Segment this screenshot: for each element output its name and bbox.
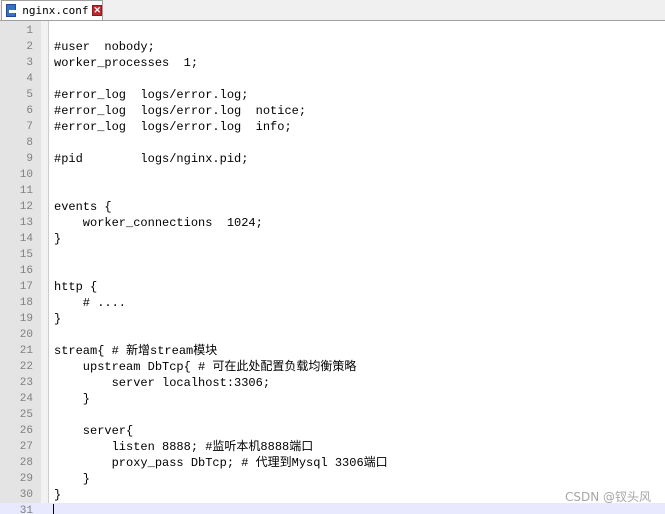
- line-number: 31: [19, 505, 33, 514]
- line-number: 12: [19, 201, 33, 213]
- code-text: stream{ # 新增stream模块: [54, 344, 218, 358]
- code-line[interactable]: 6 #error_log logs/error.log notice;: [0, 103, 665, 119]
- line-number: 15: [19, 249, 33, 261]
- line-number: 14: [19, 233, 33, 245]
- line-number: 25: [19, 409, 33, 421]
- code-line[interactable]: 5 #error_log logs/error.log;: [0, 87, 665, 103]
- code-text: }: [54, 488, 62, 502]
- code-text: http {: [54, 280, 98, 294]
- tab-label: nginx.conf: [22, 3, 89, 17]
- code-text: upstream DbTcp{ # 可在此处配置负载均衡策略: [54, 360, 357, 374]
- code-text: #error_log logs/error.log;: [54, 88, 249, 102]
- code-text: #pid logs/nginx.pid;: [54, 152, 249, 166]
- code-text: }: [54, 392, 91, 406]
- code-text: # ....: [54, 296, 127, 310]
- code-line[interactable]: 26 server{: [0, 423, 665, 439]
- code-text: listen 8888; #监听本机8888端口: [54, 440, 314, 454]
- line-number: 26: [19, 425, 33, 437]
- line-number: 7: [26, 121, 33, 133]
- code-text: }: [54, 232, 62, 246]
- code-line[interactable]: 3 worker_processes 1;: [0, 55, 665, 71]
- code-line[interactable]: 9 #pid logs/nginx.pid;: [0, 151, 665, 167]
- code-text: server{: [54, 424, 134, 438]
- line-number: 6: [26, 105, 33, 117]
- code-line[interactable]: 29 }: [0, 471, 665, 487]
- code-line[interactable]: 16: [0, 263, 665, 279]
- code-line[interactable]: 24 }: [0, 391, 665, 407]
- code-text: worker_processes 1;: [54, 56, 199, 70]
- line-number: 10: [19, 169, 33, 181]
- code-line[interactable]: 14}: [0, 231, 665, 247]
- code-line[interactable]: 10: [0, 167, 665, 183]
- line-number: 23: [19, 377, 33, 389]
- code-text: #user nobody;: [54, 40, 155, 54]
- code-text: #error_log logs/error.log info;: [54, 120, 292, 134]
- code-line[interactable]: 1: [0, 23, 665, 39]
- line-number: 9: [26, 153, 33, 165]
- line-number: 8: [26, 137, 33, 149]
- code-text: server localhost:3306;: [54, 376, 271, 390]
- line-number: 19: [19, 313, 33, 325]
- code-line[interactable]: 7 #error_log logs/error.log info;: [0, 119, 665, 135]
- tab-bar: nginx.conf ✕: [0, 0, 665, 21]
- code-editor[interactable]: 1 2 #user nobody; 3 worker_processes 1; 4 5 #er…: [0, 21, 665, 514]
- code-line[interactable]: 21 stream{ # 新增stream模块: [0, 343, 665, 359]
- watermark: CSDN @钗头风: [564, 490, 651, 504]
- code-text: worker_connections 1024;: [54, 216, 263, 230]
- code-line[interactable]: 4: [0, 71, 665, 87]
- code-line[interactable]: 11: [0, 183, 665, 199]
- line-number: 5: [26, 89, 33, 101]
- code-line[interactable]: 17 http {: [0, 279, 665, 295]
- close-icon[interactable]: ✕: [92, 5, 102, 16]
- code-line[interactable]: 12 events {: [0, 199, 665, 215]
- code-text: }: [54, 472, 91, 486]
- line-number: 3: [26, 57, 33, 69]
- code-text: proxy_pass DbTcp; # 代理到Mysql 3306端口: [54, 456, 388, 470]
- code-line[interactable]: 23 server localhost:3306;: [0, 375, 665, 391]
- code-text: #error_log logs/error.log notice;: [54, 104, 307, 118]
- line-number: 11: [19, 185, 33, 197]
- save-file-icon: [6, 4, 17, 17]
- line-number: 21: [19, 345, 33, 357]
- line-number: 17: [19, 281, 33, 293]
- code-line[interactable]: 27 listen 8888; #监听本机8888端口: [0, 439, 665, 455]
- text-caret: [53, 504, 54, 514]
- code-line[interactable]: 19}: [0, 311, 665, 327]
- tab-nginx-conf[interactable]: nginx.conf ✕: [1, 0, 103, 20]
- line-number: 4: [26, 73, 33, 85]
- line-number: 18: [19, 297, 33, 309]
- code-line[interactable]: 25: [0, 407, 665, 423]
- line-number: 1: [26, 25, 33, 37]
- line-number: 20: [19, 329, 33, 341]
- line-number: 2: [26, 41, 33, 53]
- code-line[interactable]: 2 #user nobody;: [0, 39, 665, 55]
- code-line[interactable]: 8: [0, 135, 665, 151]
- code-lines: 1 2 #user nobody; 3 worker_processes 1; 4 5 #er…: [0, 23, 665, 514]
- line-number: 30: [19, 489, 33, 501]
- line-number: 22: [19, 361, 33, 373]
- line-number: 28: [19, 457, 33, 469]
- code-line[interactable]: 15: [0, 247, 665, 263]
- line-number: 16: [19, 265, 33, 277]
- code-line[interactable]: 18 # ....: [0, 295, 665, 311]
- code-line[interactable]: 13 worker_connections 1024;: [0, 215, 665, 231]
- code-line[interactable]: 20: [0, 327, 665, 343]
- code-text: }: [54, 312, 62, 326]
- code-line[interactable]: 22 upstream DbTcp{ # 可在此处配置负载均衡策略: [0, 359, 665, 375]
- code-text: events {: [54, 200, 112, 214]
- line-number: 24: [19, 393, 33, 405]
- code-line[interactable]: 28 proxy_pass DbTcp; # 代理到Mysql 3306端口: [0, 455, 665, 471]
- line-number: 27: [19, 441, 33, 453]
- line-number: 13: [19, 217, 33, 229]
- line-number: 29: [19, 473, 33, 485]
